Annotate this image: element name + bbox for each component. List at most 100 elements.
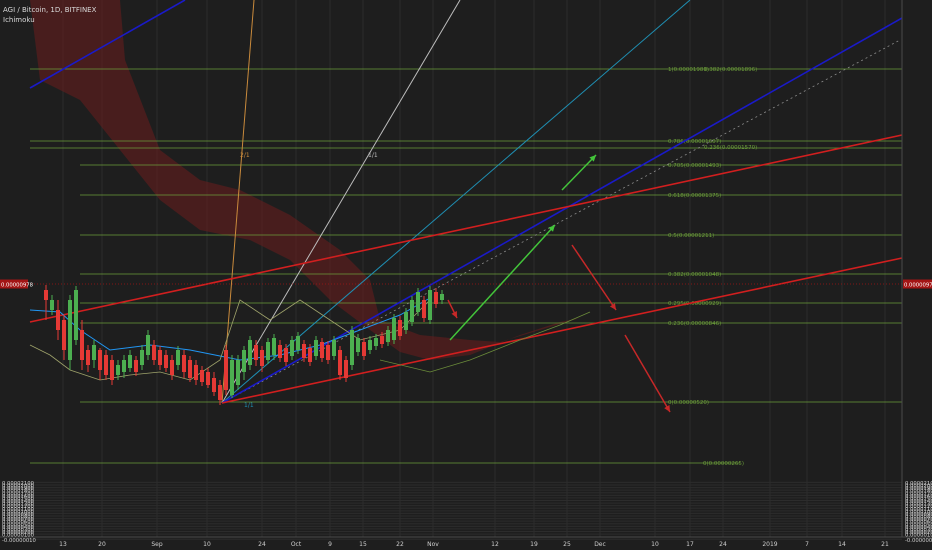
x-axis-tick: 7 (805, 541, 809, 548)
candle-body (386, 330, 390, 342)
fib-level-label: 0.618(0.00001375) (668, 193, 721, 199)
x-axis-tick: Oct (291, 541, 302, 548)
x-axis-tick: 13 (59, 541, 67, 548)
y-axis-tick-right: 0.00002100 (905, 481, 932, 487)
candle-body (284, 348, 288, 362)
x-axis-tick: 12 (491, 541, 499, 548)
candle-body (188, 360, 192, 378)
indicator-label: Ichimoku (3, 16, 35, 24)
candle-body (116, 365, 120, 375)
candle-body (356, 338, 360, 352)
candle-body (110, 360, 114, 380)
x-axis-tick: Sep (151, 541, 163, 548)
current-price-label-right: 0.00000978 (904, 282, 932, 288)
x-axis-tick: Nov (427, 541, 439, 548)
fib-level-label: 0(0.00000520) (668, 400, 709, 406)
candle-body (296, 336, 300, 350)
fib-level-label: 1(0.00001981) (668, 67, 709, 73)
candle-body (398, 320, 402, 336)
fib-level-label-secondary: 0.382(0.00001896) (704, 67, 757, 73)
candle-body (416, 292, 420, 312)
x-axis-tick: Dec (594, 541, 606, 548)
y-axis-tick-right: -0.00000010 (905, 538, 932, 544)
candle-body (344, 360, 348, 378)
candle-body (320, 342, 324, 358)
candle-body (374, 338, 378, 346)
x-axis-tick: 20 (98, 541, 106, 548)
candle-body (290, 340, 294, 356)
x-axis-tick: 10 (203, 541, 211, 548)
candle-body (134, 360, 138, 372)
candle-body (230, 360, 234, 395)
candle-body (266, 342, 270, 360)
candle-body (326, 345, 330, 360)
candle-body (314, 340, 318, 356)
candle-body (86, 350, 90, 365)
candle-body (278, 345, 282, 358)
chart-background (0, 0, 932, 550)
x-axis-tick: 24 (719, 541, 727, 548)
candle-body (50, 300, 54, 310)
candle-body (350, 330, 354, 365)
anchor-label: 1/1 (244, 402, 254, 409)
candle-body (434, 292, 438, 304)
price-chart[interactable]: -0.00000010-0.000000100.000001000.000001… (0, 0, 932, 550)
candle-body (380, 336, 384, 344)
x-axis-tick: 9 (328, 541, 332, 548)
candle-body (200, 370, 204, 382)
candle-body (302, 344, 306, 358)
x-axis-tick: 21 (881, 541, 889, 548)
fib-level-label: 0.236(0.00000846) (668, 321, 721, 327)
candle-body (176, 350, 180, 365)
fib-level-label: 0.5(0.00001211) (668, 233, 714, 239)
candle-body (254, 345, 258, 360)
candle-body (80, 330, 84, 360)
candle-body (410, 300, 414, 322)
candle-body (194, 365, 198, 380)
fan-label: 2/1 (240, 152, 250, 159)
candle-body (158, 350, 162, 365)
fib-level-label: 0.705(0.00001493) (668, 163, 721, 169)
candle-body (128, 355, 132, 368)
candle-body (338, 350, 342, 375)
y-axis-tick-left: -0.00000010 (2, 538, 37, 544)
x-axis-tick: 10 (651, 541, 659, 548)
x-axis-tick: 25 (563, 541, 571, 548)
candle-body (404, 312, 408, 330)
x-axis-tick: 14 (838, 541, 846, 548)
candle-body (68, 300, 72, 360)
candle-body (272, 338, 276, 355)
fib-level-label: 0(0.00000265) (703, 461, 744, 467)
candle-body (92, 345, 96, 360)
x-axis-tick: 17 (686, 541, 694, 548)
candle-body (440, 294, 444, 300)
candle-body (98, 350, 102, 370)
candle-body (242, 350, 246, 372)
candle-body (368, 340, 372, 350)
fib-level-label: 0.382(0.00001048) (668, 272, 721, 278)
candle-body (260, 350, 264, 366)
candle-body (308, 348, 312, 362)
candle-body (224, 350, 228, 390)
x-axis-tick: 24 (258, 541, 266, 548)
candle-body (212, 378, 216, 392)
candle-body (392, 318, 396, 340)
candle-body (206, 372, 210, 385)
fan-label: 1/1 (368, 152, 378, 159)
candle-body (122, 360, 126, 372)
candle-body (248, 340, 252, 365)
x-axis-tick: 2019 (762, 541, 777, 548)
candle-body (74, 290, 78, 340)
candle-body (146, 335, 150, 355)
candle-body (362, 342, 366, 356)
candle-body (236, 360, 240, 385)
candle-body (170, 360, 174, 375)
candle-body (164, 355, 168, 368)
candle-body (218, 385, 222, 400)
candle-body (182, 355, 186, 372)
current-price-label-left: 0.00000978 (1, 282, 34, 288)
candle-body (152, 345, 156, 360)
x-axis-tick: 22 (396, 541, 404, 548)
candle-body (104, 355, 108, 375)
x-axis-tick: 19 (530, 541, 538, 548)
